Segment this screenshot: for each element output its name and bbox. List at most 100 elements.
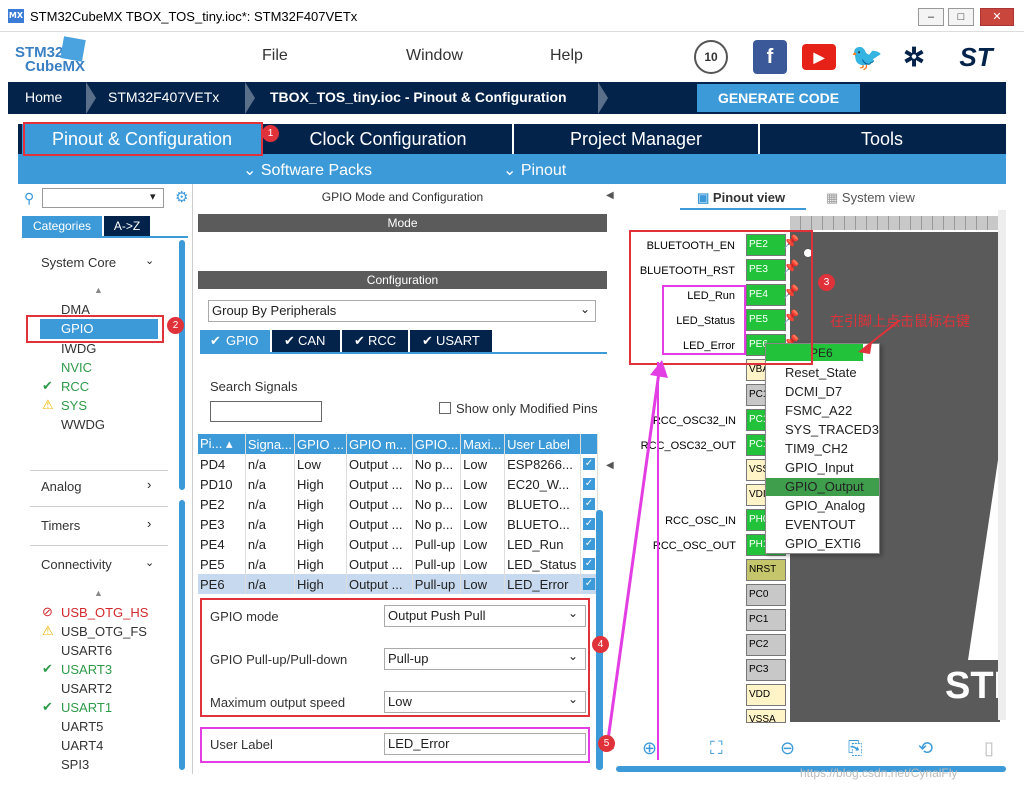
table-cell: PE4 (198, 534, 246, 554)
category-analog[interactable]: Analog (41, 479, 81, 494)
fit-view-icon[interactable]: ⛶ (710, 738, 723, 759)
breadcrumb-project[interactable]: TBOX_TOS_tiny.ioc - Pinout & Configurati… (270, 89, 567, 105)
tab-a-z[interactable]: A->Z (104, 216, 150, 236)
table-row[interactable]: PD4 n/a Low Output ... No p... Low ESP8266... ✓ (198, 454, 599, 474)
gear-icon[interactable]: ⚙ (175, 188, 188, 206)
list-item[interactable]: SPI3 (61, 757, 89, 772)
maximize-button[interactable]: □ (948, 8, 974, 26)
search-signals-input[interactable] (210, 401, 322, 422)
pinout-menu[interactable]: ⌄ Pinout (503, 160, 566, 180)
collapse-left-icon[interactable]: ◀ (606, 190, 614, 201)
tab-clock-configuration[interactable]: Clock Configuration (264, 124, 512, 154)
row-checkbox[interactable]: ✓ (580, 474, 599, 494)
tab-categories[interactable]: Categories (22, 216, 102, 236)
column-header[interactable]: Pi... ▴ (198, 434, 246, 454)
menu-help[interactable]: Help (550, 47, 583, 65)
chevron-right-icon[interactable]: › (147, 477, 151, 492)
tab-gpio[interactable]: ✔ GPIO (200, 330, 270, 352)
list-item[interactable]: IWDG (61, 341, 96, 356)
table-row[interactable]: PE2 n/a High Output ... No p... Low BLUETO... ✓ (198, 494, 599, 514)
table-row[interactable]: PE4 n/a High Output ... Pull-up Low LED_Run ✓ (198, 534, 599, 554)
list-item[interactable]: SYS (61, 398, 87, 413)
list-item[interactable]: UART4 (61, 738, 103, 753)
breadcrumb-home[interactable]: Home (25, 89, 62, 105)
zoom-out-icon[interactable]: ⊖ (780, 738, 795, 759)
row-checkbox[interactable]: ✓ (580, 514, 599, 534)
table-row[interactable]: PE3 n/a High Output ... No p... Low BLUETO... ✓ (198, 514, 599, 534)
tab-tools[interactable]: Tools (760, 124, 1004, 154)
table-row[interactable]: PE5 n/a High Output ... Pull-up Low LED_Status… (198, 554, 599, 574)
list-item[interactable]: WWDG (61, 417, 105, 432)
column-header[interactable] (580, 434, 599, 454)
export-icon[interactable]: ⎘ (848, 738, 862, 759)
chevron-down-icon[interactable]: ⌄ (145, 556, 154, 569)
column-header[interactable]: GPIO ... (294, 434, 347, 454)
column-header[interactable]: Maxi... (460, 434, 506, 454)
table-row[interactable]: PE6 n/a High Output ... Pull-up Low LED_Error ✓ (198, 574, 599, 594)
sort-icon[interactable]: ▲ (94, 588, 103, 598)
badge: 4 (592, 636, 609, 653)
chevron-down-icon[interactable]: ⌄ (580, 302, 590, 316)
chevron-down-icon[interactable]: ▾ (150, 190, 156, 203)
list-item[interactable]: USART2 (61, 681, 112, 696)
scrollbar[interactable] (998, 210, 1006, 720)
list-item[interactable]: NVIC (61, 360, 92, 375)
split-icon[interactable]: ▯ (984, 738, 994, 759)
facebook-icon[interactable]: f (753, 40, 787, 74)
row-checkbox[interactable]: ✓ (580, 494, 599, 514)
badge: 3 (818, 274, 835, 291)
row-checkbox[interactable]: ✓ (580, 534, 599, 554)
show-modified-checkbox[interactable] (439, 402, 451, 414)
scrollbar[interactable] (179, 500, 185, 770)
list-item[interactable]: USART3 (61, 662, 112, 677)
scrollbar[interactable] (179, 240, 185, 490)
row-checkbox[interactable]: ✓ (580, 454, 599, 474)
chevron-right-icon[interactable]: › (147, 516, 151, 531)
close-button[interactable]: ✕ (980, 8, 1014, 26)
software-packs-menu[interactable]: ⌄ Software Packs (243, 160, 372, 180)
breadcrumb-chip[interactable]: STM32F407VETx (108, 89, 219, 105)
menu-file[interactable]: File (262, 47, 288, 65)
table-row[interactable]: PD10 n/a High Output ... No p... Low EC20_W...… (198, 474, 599, 494)
column-header[interactable]: GPIO m... (346, 434, 413, 454)
column-header[interactable]: User Label (504, 434, 581, 454)
group-by-select[interactable]: Group By Peripherals (208, 300, 596, 322)
system-view-tab[interactable]: ▦ System view (826, 190, 915, 206)
network-icon[interactable]: ✲ (897, 40, 931, 74)
minimize-button[interactable]: – (918, 8, 944, 26)
category-search-input[interactable] (42, 188, 164, 208)
column-header[interactable]: GPIO... (412, 434, 462, 454)
category-system-core[interactable]: System Core (41, 255, 116, 270)
tab-usart[interactable]: ✔ USART (410, 330, 492, 352)
list-item[interactable]: RCC (61, 379, 89, 394)
anniversary-icon[interactable]: 10 (694, 40, 728, 74)
table-cell: n/a (245, 554, 295, 574)
pinout-view-tab[interactable]: ▣ Pinout view (697, 190, 785, 206)
zoom-in-icon[interactable]: ⊕ (642, 738, 657, 759)
list-item[interactable]: USART1 (61, 700, 112, 715)
table-cell: No p... (412, 514, 462, 534)
st-logo-icon[interactable]: ST (946, 40, 1006, 74)
chevron-down-icon[interactable]: ⌄ (145, 254, 154, 267)
disabled-icon: ⊘ (42, 604, 53, 619)
list-item[interactable]: USB_OTG_FS (61, 624, 147, 639)
youtube-icon[interactable]: ▶ (802, 44, 836, 70)
rotate-icon[interactable]: ⟲ (918, 738, 933, 759)
category-connectivity[interactable]: Connectivity (41, 557, 112, 572)
row-checkbox[interactable]: ✓ (580, 574, 599, 594)
sort-icon[interactable]: ▲ (94, 285, 103, 295)
warning-icon: ⚠ (42, 397, 54, 412)
twitter-icon[interactable]: 🐦 (850, 40, 884, 74)
generate-code-button[interactable]: GENERATE CODE (697, 84, 860, 112)
tab-project-manager[interactable]: Project Manager (514, 124, 758, 154)
tab-can[interactable]: ✔ CAN (272, 330, 340, 352)
table-cell: No p... (412, 454, 462, 474)
category-timers[interactable]: Timers (41, 518, 80, 533)
list-item[interactable]: USB_OTG_HS (61, 605, 148, 620)
column-header[interactable]: Signa... (245, 434, 295, 454)
menu-window[interactable]: Window (406, 47, 463, 65)
tab-rcc[interactable]: ✔ RCC (342, 330, 408, 352)
list-item[interactable]: UART5 (61, 719, 103, 734)
list-item[interactable]: USART6 (61, 643, 112, 658)
row-checkbox[interactable]: ✓ (580, 554, 599, 574)
